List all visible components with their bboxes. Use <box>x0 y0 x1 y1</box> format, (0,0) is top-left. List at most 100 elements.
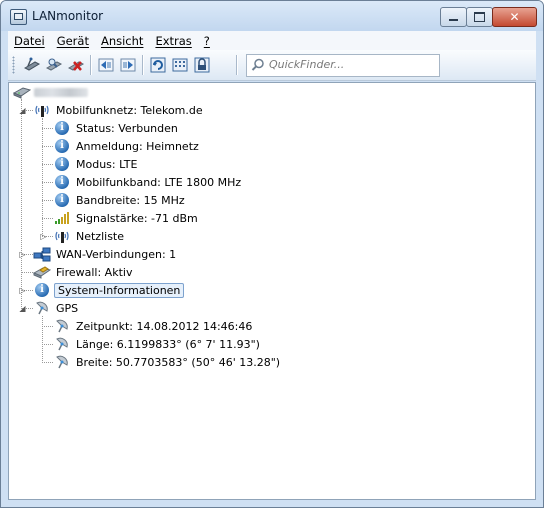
window-controls: ✕ <box>440 7 537 27</box>
expand-arrow-icon[interactable]: ▷ <box>18 286 27 295</box>
tree-line <box>42 344 53 345</box>
router-icon <box>13 84 31 100</box>
menu-extras[interactable]: Extras <box>149 34 197 48</box>
tree-item-netlist[interactable]: Netzliste <box>53 227 126 245</box>
tree-root-device[interactable] <box>13 83 88 101</box>
refresh-icon <box>150 57 166 73</box>
maximize-button[interactable] <box>466 7 493 27</box>
tree-line <box>21 272 33 273</box>
device-tree: ◢ Mobilfunknetz: Telekom.de i Status: Ve… <box>8 82 536 500</box>
gps-satellite-icon <box>53 336 71 352</box>
close-icon: ✕ <box>509 10 520 24</box>
tree-item-gps-time[interactable]: Zeitpunkt: 14.08.2012 14:46:46 <box>53 317 254 335</box>
tree-line <box>42 200 53 201</box>
tree-line <box>42 128 53 129</box>
tree-item-firewall[interactable]: Firewall: Aktiv <box>33 263 134 281</box>
tree-item-label: WAN-Verbindungen: 1 <box>56 247 177 261</box>
lanmonitor-app-icon <box>10 9 27 25</box>
close-button[interactable]: ✕ <box>492 7 537 27</box>
tree-item-label: Länge: 6.1199833° (6° 7' 11.93") <box>76 337 260 351</box>
info-icon: i <box>55 121 69 135</box>
search-device-icon <box>45 58 63 71</box>
tree-item-label: Mobilfunkband: LTE 1800 MHz <box>76 175 242 189</box>
tree-item-system-info[interactable]: i System-Informationen <box>33 281 185 299</box>
mobile-antenna-icon <box>53 228 71 244</box>
tree-item-wan[interactable]: WAN-Verbindungen: 1 <box>33 245 178 263</box>
toolbar-separator <box>90 55 92 75</box>
info-icon: i <box>35 283 49 297</box>
delete-device-icon <box>67 61 85 71</box>
info-icon: i <box>55 157 69 171</box>
tree-line <box>42 146 53 147</box>
tree-item-signal[interactable]: Signalstärke: -71 dBm <box>53 209 200 227</box>
tree-item-label: Zeitpunkt: 14.08.2012 14:46:46 <box>76 319 253 333</box>
tree-line <box>42 326 53 327</box>
tree-item-gps-latitude[interactable]: Breite: 50.7703583° (50° 46' 13.28") <box>53 353 282 371</box>
lock-icon <box>194 57 210 73</box>
quickfinder-box <box>246 54 440 77</box>
toolbar <box>8 50 536 81</box>
expand-all-button[interactable] <box>118 55 138 75</box>
quickfinder-input[interactable] <box>269 57 434 72</box>
menu-bar: Datei Gerät Ansicht Extras ? <box>8 31 536 50</box>
collapse-arrow-icon[interactable]: ◢ <box>18 304 27 313</box>
firewall-icon <box>33 264 51 280</box>
gps-satellite-icon <box>53 354 71 370</box>
collapse-arrow-icon[interactable]: ◢ <box>18 106 27 115</box>
tree-item-label: Signalstärke: -71 dBm <box>76 211 198 225</box>
tree-item-mode[interactable]: i Modus: LTE <box>53 155 139 173</box>
window-title: LANmonitor <box>32 9 104 23</box>
toolbar-separator <box>142 55 144 75</box>
minimize-button[interactable] <box>440 7 467 27</box>
maximize-icon <box>474 12 485 22</box>
tree-item-label: Status: Verbunden <box>76 121 178 135</box>
refresh-button[interactable] <box>148 55 168 75</box>
expand-right-icon <box>120 58 136 72</box>
menu-ansicht[interactable]: Ansicht <box>95 34 149 48</box>
tree-item-gps-longitude[interactable]: Länge: 6.1199833° (6° 7' 11.93") <box>53 335 262 353</box>
tree-item-label: Breite: 50.7703583° (50° 46' 13.28") <box>76 355 281 369</box>
info-icon: i <box>55 193 69 207</box>
tree-item-mobile-network[interactable]: Mobilfunknetz: Telekom.de <box>33 101 205 119</box>
tree-item-label: Netzliste <box>76 229 125 243</box>
collapse-left-icon <box>98 58 114 72</box>
tree-line <box>42 362 53 363</box>
app-window: LANmonitor ✕ Datei Gerät Ansicht Extras … <box>0 0 544 508</box>
menu-datei[interactable]: Datei <box>8 34 51 48</box>
tree-line <box>42 182 53 183</box>
info-icon: i <box>55 175 69 189</box>
expand-arrow-icon[interactable]: ▷ <box>18 250 27 259</box>
search-icon <box>251 58 264 71</box>
mobile-antenna-icon <box>33 102 51 118</box>
tree-item-login[interactable]: i Anmeldung: Heimnetz <box>53 137 201 155</box>
tree-item-label: Anmeldung: Heimnetz <box>76 139 199 153</box>
expand-arrow-icon[interactable]: ▷ <box>39 232 48 241</box>
tree-line <box>42 218 53 219</box>
keyboard-config-button[interactable] <box>170 55 190 75</box>
gps-satellite-icon <box>53 318 71 334</box>
tree-item-label: Bandbreite: 15 MHz <box>76 193 185 207</box>
tree-item-bandwidth[interactable]: i Bandbreite: 15 MHz <box>53 191 187 209</box>
delete-device-button[interactable] <box>66 55 86 75</box>
info-icon: i <box>55 139 69 153</box>
signal-strength-icon <box>53 210 71 226</box>
tree-item-label: System-Informationen <box>54 282 185 298</box>
tree-item-band[interactable]: i Mobilfunkband: LTE 1800 MHz <box>53 173 243 191</box>
tree-item-label: Firewall: Aktiv <box>56 265 133 279</box>
collapse-all-button[interactable] <box>96 55 116 75</box>
gps-satellite-icon <box>33 300 51 316</box>
toolbar-grip[interactable] <box>12 56 15 74</box>
search-device-button[interactable] <box>44 55 64 75</box>
lock-button[interactable] <box>192 55 212 75</box>
minimize-icon <box>449 19 458 21</box>
wan-connections-icon <box>33 246 51 262</box>
add-device-icon <box>23 57 41 71</box>
tree-line <box>42 164 53 165</box>
menu-geraet[interactable]: Gerät <box>51 34 95 48</box>
tree-line <box>21 99 22 309</box>
menu-help[interactable]: ? <box>198 34 216 48</box>
tree-item-status[interactable]: i Status: Verbunden <box>53 119 180 137</box>
title-bar[interactable]: LANmonitor ✕ <box>1 1 543 31</box>
tree-item-gps[interactable]: GPS <box>33 299 80 317</box>
add-device-button[interactable] <box>22 55 42 75</box>
